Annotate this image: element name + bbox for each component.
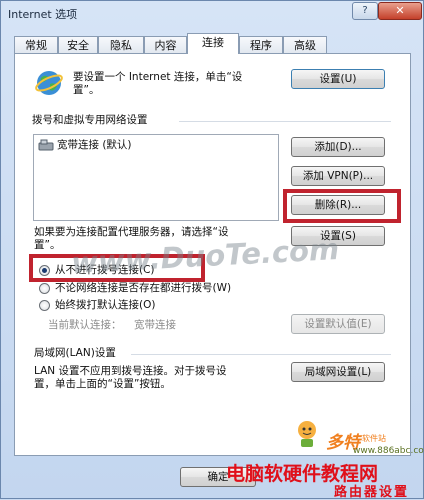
setup-description-line1: 要设置一个 Internet 连接，单击“设 xyxy=(73,71,243,83)
connection-label: 宽带连接 (默认) xyxy=(57,139,132,151)
tab-connections[interactable]: 连接 xyxy=(187,33,239,54)
lan-settings-button[interactable]: 局域网设置(L) xyxy=(291,362,385,382)
current-default-value: 宽带连接 xyxy=(134,319,176,331)
tab-advanced[interactable]: 高级 xyxy=(283,36,327,53)
dialup-section-title: 拨号和虚拟专用网络设置 xyxy=(32,114,148,126)
add-vpn-button[interactable]: 添加 VPN(P)... xyxy=(291,166,385,186)
modem-icon xyxy=(38,139,54,151)
internet-options-window: Internet 选项 ? ✕ 常规 安全 隐私 内容 连接 程序 高级 要设置… xyxy=(0,0,424,500)
always-dial-default-radio[interactable] xyxy=(39,300,50,311)
red-sub-watermark: 路由器设置 xyxy=(334,485,410,500)
current-default-label: 当前默认连接： xyxy=(48,319,122,331)
tab-security[interactable]: 安全 xyxy=(58,36,98,53)
dial-whenever-radio[interactable] xyxy=(39,283,50,294)
tab-content[interactable]: 内容 xyxy=(144,36,187,53)
mascot-logo xyxy=(298,421,316,447)
site-watermark: www.886abc.com xyxy=(353,446,424,456)
close-button[interactable]: ✕ xyxy=(378,2,422,20)
connection-list[interactable]: 宽带连接 (默认) xyxy=(33,134,279,221)
lan-separator xyxy=(131,354,391,355)
always-dial-default-label: 始终拨打默认连接(O) xyxy=(55,299,156,311)
proxy-hint-line2: 置”。 xyxy=(34,239,61,251)
setup-button[interactable]: 设置(U) xyxy=(291,69,385,89)
lan-description-line2: 置，单击上面的“设置”按钮。 xyxy=(34,378,171,390)
lan-section-title: 局域网(LAN)设置 xyxy=(34,347,116,359)
tab-programs[interactable]: 程序 xyxy=(239,36,283,53)
setup-description-line2: 置”。 xyxy=(73,84,100,96)
dial-whenever-label: 不论网络连接是否存在都进行拨号(W) xyxy=(55,282,232,294)
title-bar: Internet 选项 ? ✕ xyxy=(1,1,423,29)
window-title: Internet 选项 xyxy=(8,8,78,21)
dialup-separator xyxy=(179,121,391,122)
add-button[interactable]: 添加(D)... xyxy=(291,137,385,157)
lan-description-line1: LAN 设置不应用到拨号连接。对于拨号设 xyxy=(34,365,227,377)
set-default-button[interactable]: 设置默认值(E) xyxy=(291,314,385,334)
help-button[interactable]: ? xyxy=(352,2,378,20)
tab-general[interactable]: 常规 xyxy=(14,36,58,53)
proxy-hint-line1: 如果要为连接配置代理服务器，请选择“设 xyxy=(34,226,229,238)
internet-globe-icon xyxy=(35,71,63,95)
tab-privacy[interactable]: 隐私 xyxy=(98,36,144,53)
delete-highlight-box xyxy=(283,189,401,223)
brand-sub-watermark: 软件站 xyxy=(362,434,386,443)
